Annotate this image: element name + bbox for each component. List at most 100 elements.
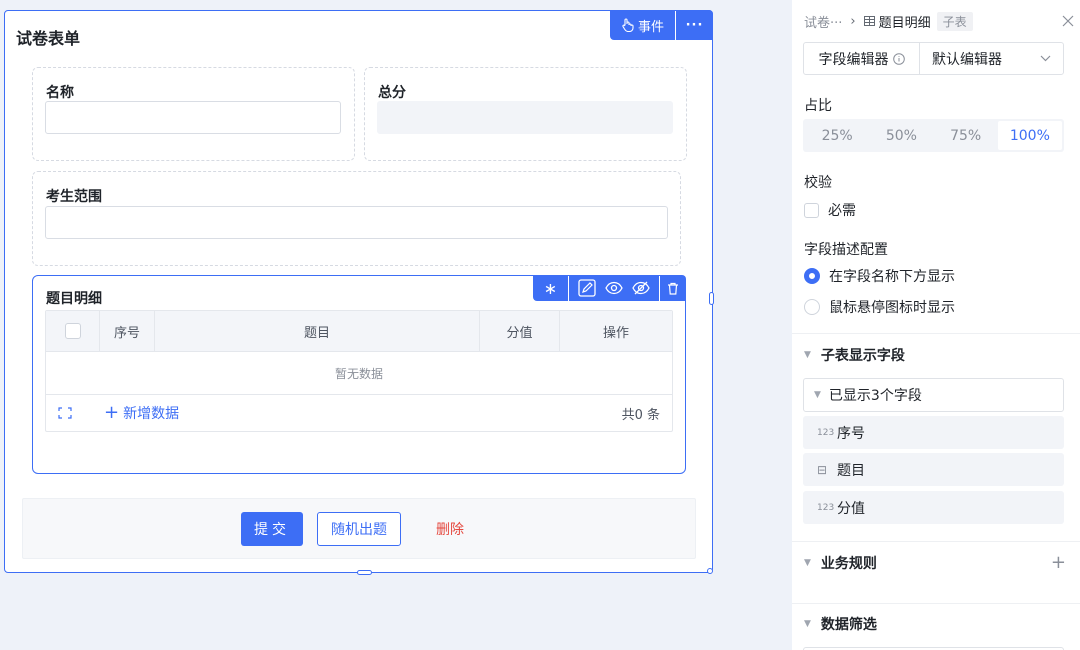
description-option-hover[interactable]: 鼠标悬停图标时显示 bbox=[804, 297, 955, 317]
random-questions-button[interactable]: 随机出题 bbox=[317, 511, 401, 546]
subtable-view-tools bbox=[569, 275, 659, 301]
trash-icon bbox=[668, 282, 678, 295]
breadcrumb-current-label: 题目明细 bbox=[878, 15, 931, 31]
ratio-option-75[interactable]: 75% bbox=[934, 121, 998, 150]
add-row-button[interactable]: + 新增数据 bbox=[104, 403, 179, 423]
field-total-score[interactable]: 总分 bbox=[364, 67, 687, 161]
display-field-item[interactable]: 123 分值 bbox=[803, 491, 1064, 524]
add-rule-icon[interactable]: + bbox=[1051, 552, 1066, 573]
shown-fields-select[interactable]: ▼ 已显示3个字段 bbox=[803, 378, 1064, 412]
delete-field-button[interactable] bbox=[660, 275, 686, 301]
form-title: 试卷表单 bbox=[16, 29, 81, 48]
add-row-label: 新增数据 bbox=[123, 406, 180, 422]
ratio-segmented-control: 25% 50% 75% 100% bbox=[803, 119, 1064, 152]
number-icon: 123 bbox=[817, 427, 835, 438]
shown-fields-label: 已显示3个字段 bbox=[828, 388, 922, 404]
caret-down-icon: ▼ bbox=[804, 619, 811, 629]
divider bbox=[792, 603, 1080, 604]
hand-pointer-icon bbox=[622, 18, 634, 32]
form-designer-card[interactable]: 试卷表单 事件 ··· 名称 总分 考生范围 题目明细 ∗ 序号 题目 分值 操… bbox=[4, 10, 713, 573]
field-total-score-label: 总分 bbox=[378, 85, 406, 101]
total-score-input bbox=[377, 101, 673, 134]
required-toggle-button[interactable]: ∗ bbox=[533, 275, 568, 301]
form-card-toolbar: 事件 ··· bbox=[610, 10, 713, 40]
delete-button[interactable]: 删除 bbox=[423, 512, 477, 546]
display-field-label: 分值 bbox=[837, 500, 865, 517]
subtable-footer: + 新增数据 共0 条 bbox=[46, 395, 672, 431]
field-candidate-scope[interactable]: 考生范围 bbox=[32, 171, 681, 266]
column-header: 分值 bbox=[480, 311, 560, 351]
field-editor-select[interactable]: 字段编辑器 默认编辑器 bbox=[803, 42, 1064, 75]
breadcrumb-current: 题目明细 bbox=[863, 12, 931, 31]
display-field-item[interactable]: 123 序号 bbox=[803, 416, 1064, 449]
row-count: 共0 条 bbox=[621, 407, 660, 423]
description-option-label: 鼠标悬停图标时显示 bbox=[829, 300, 955, 316]
subtable-question-detail[interactable]: 题目明细 ∗ 序号 题目 分值 操作 暂无数据 + 新增数据 共0 条 bbox=[32, 275, 686, 474]
chevron-down-icon bbox=[1040, 55, 1051, 62]
display-field-label: 题目 bbox=[837, 462, 865, 479]
eye-off-icon[interactable] bbox=[632, 281, 650, 295]
asterisk-icon: ∗ bbox=[543, 278, 558, 298]
breadcrumb-parent[interactable]: 试卷··· bbox=[804, 12, 842, 31]
more-button[interactable]: ··· bbox=[676, 10, 713, 40]
column-header: 序号 bbox=[100, 311, 155, 351]
select-all-checkbox[interactable] bbox=[64, 323, 81, 339]
data-filter-group-header[interactable]: ▼ 数据筛选 bbox=[804, 614, 1066, 634]
ratio-option-100[interactable]: 100% bbox=[997, 121, 1062, 150]
resize-handle-right[interactable] bbox=[709, 292, 714, 305]
radio-unselected[interactable] bbox=[804, 299, 820, 315]
caret-down-icon: ▼ bbox=[814, 390, 821, 400]
eye-icon[interactable] bbox=[605, 281, 623, 295]
business-rules-group-header[interactable]: ▼ 业务规则 + bbox=[804, 552, 1066, 573]
ratio-label: 占比 bbox=[804, 98, 832, 114]
ratio-option-50[interactable]: 50% bbox=[869, 121, 933, 150]
info-icon[interactable] bbox=[892, 52, 905, 65]
field-editor-value: 默认编辑器 bbox=[932, 51, 1002, 68]
chevron-right-icon: › bbox=[850, 13, 856, 29]
business-rules-title: 业务规则 bbox=[820, 555, 877, 572]
table-icon bbox=[863, 16, 875, 26]
description-option-below[interactable]: 在字段名称下方显示 bbox=[804, 266, 955, 286]
empty-state-text: 暂无数据 bbox=[46, 352, 672, 395]
divider bbox=[792, 333, 1080, 334]
required-checkbox-row[interactable]: 必需 bbox=[804, 200, 856, 220]
event-button[interactable]: 事件 bbox=[610, 10, 675, 40]
candidate-scope-input[interactable] bbox=[45, 206, 668, 239]
field-candidate-scope-label: 考生范围 bbox=[46, 189, 102, 205]
select-all-cell bbox=[46, 311, 100, 351]
description-config-label: 字段描述配置 bbox=[804, 242, 888, 258]
required-checkbox[interactable] bbox=[804, 202, 819, 218]
resize-handle-corner[interactable] bbox=[707, 568, 713, 574]
caret-down-icon: ▼ bbox=[804, 350, 811, 360]
fullscreen-icon[interactable] bbox=[58, 407, 72, 419]
resize-handle-bottom[interactable] bbox=[357, 570, 372, 575]
field-editor-value-cell: 默认编辑器 bbox=[920, 43, 1063, 74]
subtable-grid: 序号 题目 分值 操作 暂无数据 + 新增数据 共0 条 bbox=[45, 310, 673, 432]
field-type-tag: 子表 bbox=[936, 11, 973, 31]
ratio-option-25[interactable]: 25% bbox=[805, 121, 869, 150]
event-button-label: 事件 bbox=[637, 19, 664, 35]
field-editor-label-cell: 字段编辑器 bbox=[804, 43, 920, 74]
plus-icon: + bbox=[104, 402, 120, 423]
radio-selected[interactable] bbox=[804, 268, 820, 284]
more-icon: ··· bbox=[685, 17, 704, 33]
caret-down-icon: ▼ bbox=[804, 557, 811, 568]
property-panel: 试卷··· › 题目明细 子表 字段编辑器 默认编辑器 占比 25% 50% 7… bbox=[792, 0, 1080, 650]
edit-icon[interactable] bbox=[578, 279, 596, 297]
field-name[interactable]: 名称 bbox=[32, 67, 355, 161]
submit-button[interactable]: 提交 bbox=[241, 511, 303, 546]
display-field-item[interactable]: ⊟ 题目 bbox=[803, 453, 1064, 486]
name-input[interactable] bbox=[45, 101, 341, 134]
display-fields-group-header[interactable]: ▼ 子表显示字段 bbox=[804, 345, 1066, 365]
close-icon[interactable] bbox=[1062, 15, 1074, 27]
form-actions-bar: 提交 随机出题 删除 bbox=[22, 498, 696, 559]
display-field-label: 序号 bbox=[837, 425, 865, 442]
subtable-header-row: 序号 题目 分值 操作 bbox=[46, 311, 672, 352]
breadcrumb: 试卷··· › 题目明细 子表 bbox=[804, 10, 1074, 32]
subtable-label: 题目明细 bbox=[46, 291, 102, 307]
field-editor-label: 字段编辑器 bbox=[818, 51, 889, 68]
description-option-label: 在字段名称下方显示 bbox=[829, 269, 955, 285]
field-name-label: 名称 bbox=[46, 85, 74, 101]
subtable-toolbar: ∗ bbox=[533, 275, 686, 301]
required-checkbox-label: 必需 bbox=[828, 203, 856, 219]
